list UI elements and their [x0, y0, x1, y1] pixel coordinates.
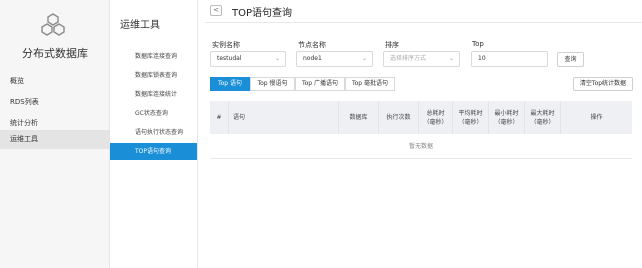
sort-label: 排序 — [385, 41, 399, 49]
instance-select[interactable]: testudal ⌄ — [210, 51, 286, 67]
brand-name: 分布式数据库 — [22, 47, 88, 60]
nav-item-rds-list[interactable]: RDS列表 — [0, 93, 110, 112]
instance-select-value: testudal — [217, 55, 242, 62]
clear-top-stats-button[interactable]: 清空Top统计数据 — [573, 77, 633, 91]
page-title: TOP语句查询 — [232, 8, 293, 19]
subnav-item-top-statements[interactable]: TOP语句查询 — [110, 143, 197, 160]
column-header-database: 数据库 — [338, 101, 378, 134]
subnav-item-connection-stats[interactable]: 数据库连接统计 — [110, 86, 197, 103]
node-select[interactable]: node1 ⌄ — [296, 51, 373, 67]
chevron-down-icon: ⌄ — [361, 55, 367, 62]
table-empty-state: 暂无数据 — [210, 134, 632, 159]
subnav-item-connection-query[interactable]: 数据库连接查询 — [110, 48, 197, 65]
chevron-down-icon: ⌄ — [274, 55, 280, 62]
node-select-value: node1 — [303, 55, 322, 62]
tab-top-slow-statements[interactable]: Top 慢语句 — [250, 77, 295, 91]
column-header-max-time: 最大耗时（毫秒） — [524, 101, 560, 134]
nav-item-ops-tools[interactable]: 运维工具 — [0, 130, 110, 149]
top-input[interactable]: 10 — [471, 51, 548, 67]
tab-top-statements[interactable]: Top 语句 — [210, 77, 250, 91]
back-button[interactable]: < — [210, 5, 222, 16]
column-header-exec-count: 执行次数 — [378, 101, 418, 134]
nav-item-overview[interactable]: 概览 — [0, 72, 110, 91]
sort-select-placeholder: 选择排序方式 — [390, 55, 427, 62]
table-header: # 语句 数据库 执行次数 总耗时（毫秒） 平均耗时（毫秒） 最小耗时（毫秒） … — [210, 101, 632, 134]
chevron-left-icon: < — [213, 6, 219, 14]
primary-sidebar: 分布式数据库 概览 RDS列表 统计分析 运维工具 — [0, 0, 110, 268]
top-label: Top — [472, 40, 484, 48]
tab-top-batch-statements[interactable]: Top 毫批语句 — [345, 77, 395, 91]
hexagon-cluster-logo-icon — [41, 13, 65, 36]
node-label: 节点名称 — [298, 41, 326, 49]
tab-top-broadcast-statements[interactable]: Top 广播语句 — [295, 77, 345, 91]
column-header-index: # — [216, 114, 222, 121]
chevron-down-icon: ⌄ — [448, 55, 454, 62]
column-header-actions: 操作 — [560, 101, 632, 134]
query-button[interactable]: 查询 — [557, 52, 584, 67]
column-header-statement: 语句 — [228, 101, 338, 134]
header-divider — [205, 22, 642, 23]
top-input-value: 10 — [478, 55, 486, 62]
secondary-sidebar: 运维工具 数据库连接查询 数据库锁表查询 数据库连接统计 GC状态查询 语句执行… — [110, 0, 198, 268]
instance-label: 实例名称 — [212, 41, 240, 49]
subnav-item-lock-query[interactable]: 数据库锁表查询 — [110, 67, 197, 84]
subnav-item-statement-status[interactable]: 语句执行状态查询 — [110, 124, 197, 141]
subnav-item-gc-status[interactable]: GC状态查询 — [110, 105, 197, 122]
sort-select[interactable]: 选择排序方式 ⌄ — [383, 51, 460, 67]
secondary-sidebar-title: 运维工具 — [120, 20, 160, 31]
column-header-total-time: 总耗时（毫秒） — [418, 101, 452, 134]
column-header-min-time: 最小耗时（毫秒） — [488, 101, 524, 134]
column-header-avg-time: 平均耗时（毫秒） — [452, 101, 488, 134]
